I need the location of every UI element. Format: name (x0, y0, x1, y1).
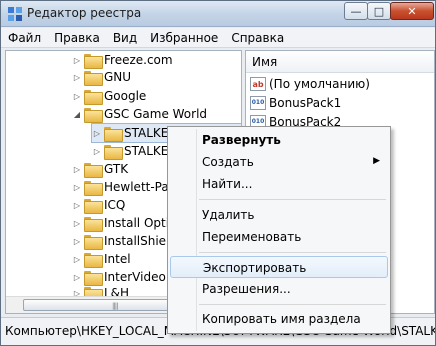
tree-item-label: InterVideo (104, 270, 166, 284)
tree-item-label: Google (104, 89, 147, 103)
menu-item-export[interactable]: Экспортировать (170, 256, 388, 278)
window-title: Редактор реестра (27, 6, 142, 20)
expand-arrow-icon[interactable]: ▷ (72, 56, 82, 65)
value-row-bonuspack1[interactable]: 010 BonusPack1 (250, 94, 341, 112)
menu-item-permissions[interactable]: Разрешения... (170, 278, 388, 300)
menu-help[interactable]: Справка (224, 28, 290, 48)
folder-icon (84, 180, 103, 196)
grip-icon: |||| (112, 302, 119, 310)
string-value-icon: ab (250, 77, 266, 91)
menu-item-label: Экспортировать (203, 261, 307, 275)
binary-value-icon: 010 (250, 96, 266, 110)
menu-favorites[interactable]: Избранное (143, 28, 224, 48)
tree-item-google[interactable]: ▷ Google (72, 87, 146, 105)
menu-item-expand[interactable]: Развернуть (170, 129, 388, 151)
maximize-button[interactable]: □ (367, 2, 391, 20)
menu-separator (199, 199, 386, 200)
menu-item-label: Создать (202, 155, 254, 169)
folder-icon (84, 252, 103, 268)
expand-arrow-icon[interactable]: ▷ (72, 201, 82, 210)
expand-arrow-icon[interactable]: ▷ (72, 255, 82, 264)
menu-item-label: Удалить (202, 208, 255, 222)
tree-item-label: GNU (104, 70, 132, 84)
registry-editor-window: Редактор реестра — □ ✕ Файл Правка Вид И… (0, 0, 436, 346)
minimize-button[interactable]: — (344, 2, 368, 20)
menu-separator (199, 304, 386, 305)
folder-icon (84, 198, 103, 214)
tree-item-label: ICQ (104, 198, 126, 212)
menu-item-label: Разрешения... (202, 282, 291, 296)
expand-arrow-icon[interactable]: ▷ (92, 129, 102, 138)
value-row-default[interactable]: ab (По умолчанию) (250, 75, 370, 93)
folder-icon (84, 216, 103, 232)
menu-item-label: Найти... (202, 177, 253, 191)
expand-arrow-icon[interactable]: ▷ (92, 147, 102, 156)
menu-edit[interactable]: Правка (47, 28, 106, 48)
menu-item-label: Развернуть (202, 133, 281, 147)
column-header-name[interactable]: Имя (246, 51, 434, 73)
expand-arrow-icon[interactable]: ▷ (72, 92, 82, 101)
tree-item-icq[interactable]: ▷ ICQ (72, 196, 125, 214)
menu-item-label: Переименовать (202, 230, 302, 244)
tree-item-gsc-game-world[interactable]: ◢ GSC Game World (72, 105, 207, 123)
folder-icon (84, 107, 103, 123)
tree-item-label: GTK (104, 162, 129, 176)
folder-icon (104, 126, 123, 142)
folder-icon (84, 70, 103, 86)
expand-arrow-icon[interactable]: ▷ (72, 165, 82, 174)
menu-item-copy-key-name[interactable]: Копировать имя раздела (170, 308, 388, 330)
tree-item-gnu[interactable]: ▷ GNU (72, 68, 131, 86)
expand-arrow-icon[interactable]: ▷ (72, 219, 82, 228)
folder-icon (84, 162, 103, 178)
folder-icon (104, 144, 123, 160)
context-menu: Развернуть Создать ▶ Найти... Удалить Пер… (167, 126, 391, 334)
tree-item-installshield[interactable]: ▷ InstallShield (72, 232, 177, 250)
folder-icon (84, 270, 103, 286)
tree-item-intel[interactable]: ▷ Intel (72, 250, 131, 268)
value-name: BonusPack1 (269, 96, 342, 110)
value-name: (По умолчанию) (269, 77, 370, 91)
folder-icon (84, 89, 103, 105)
menu-file[interactable]: Файл (1, 28, 47, 48)
submenu-arrow-icon: ▶ (373, 156, 380, 166)
menu-item-label: Копировать имя раздела (202, 312, 361, 326)
tree-item-gtk[interactable]: ▷ GTK (72, 160, 128, 178)
menu-item-rename[interactable]: Переименовать (170, 226, 388, 248)
registry-editor-app-icon (8, 7, 22, 21)
menu-item-new[interactable]: Создать ▶ (170, 151, 388, 173)
menu-bar: Файл Правка Вид Избранное Справка (1, 28, 435, 48)
collapse-arrow-icon[interactable]: ◢ (72, 110, 82, 119)
tree-item-freeze[interactable]: ▷ Freeze.com (72, 51, 173, 69)
tree-item-label: GSC Game World (104, 107, 208, 121)
scrollbar-thumb[interactable]: |||| (23, 299, 173, 311)
close-button[interactable]: ✕ (390, 2, 434, 20)
tree-item-label: Intel (104, 252, 131, 266)
menu-item-find[interactable]: Найти... (170, 173, 388, 195)
tree-item-label: Freeze.com (104, 53, 173, 67)
menu-view[interactable]: Вид (106, 28, 143, 48)
folder-icon (84, 53, 103, 69)
title-bar[interactable]: Редактор реестра — □ ✕ (1, 1, 435, 27)
menu-separator (199, 252, 386, 253)
menu-item-delete[interactable]: Удалить (170, 204, 388, 226)
expand-arrow-icon[interactable]: ▷ (72, 273, 82, 282)
folder-icon (84, 234, 103, 250)
expand-arrow-icon[interactable]: ▷ (72, 183, 82, 192)
expand-arrow-icon[interactable]: ▷ (72, 73, 82, 82)
expand-arrow-icon[interactable]: ▷ (72, 237, 82, 246)
